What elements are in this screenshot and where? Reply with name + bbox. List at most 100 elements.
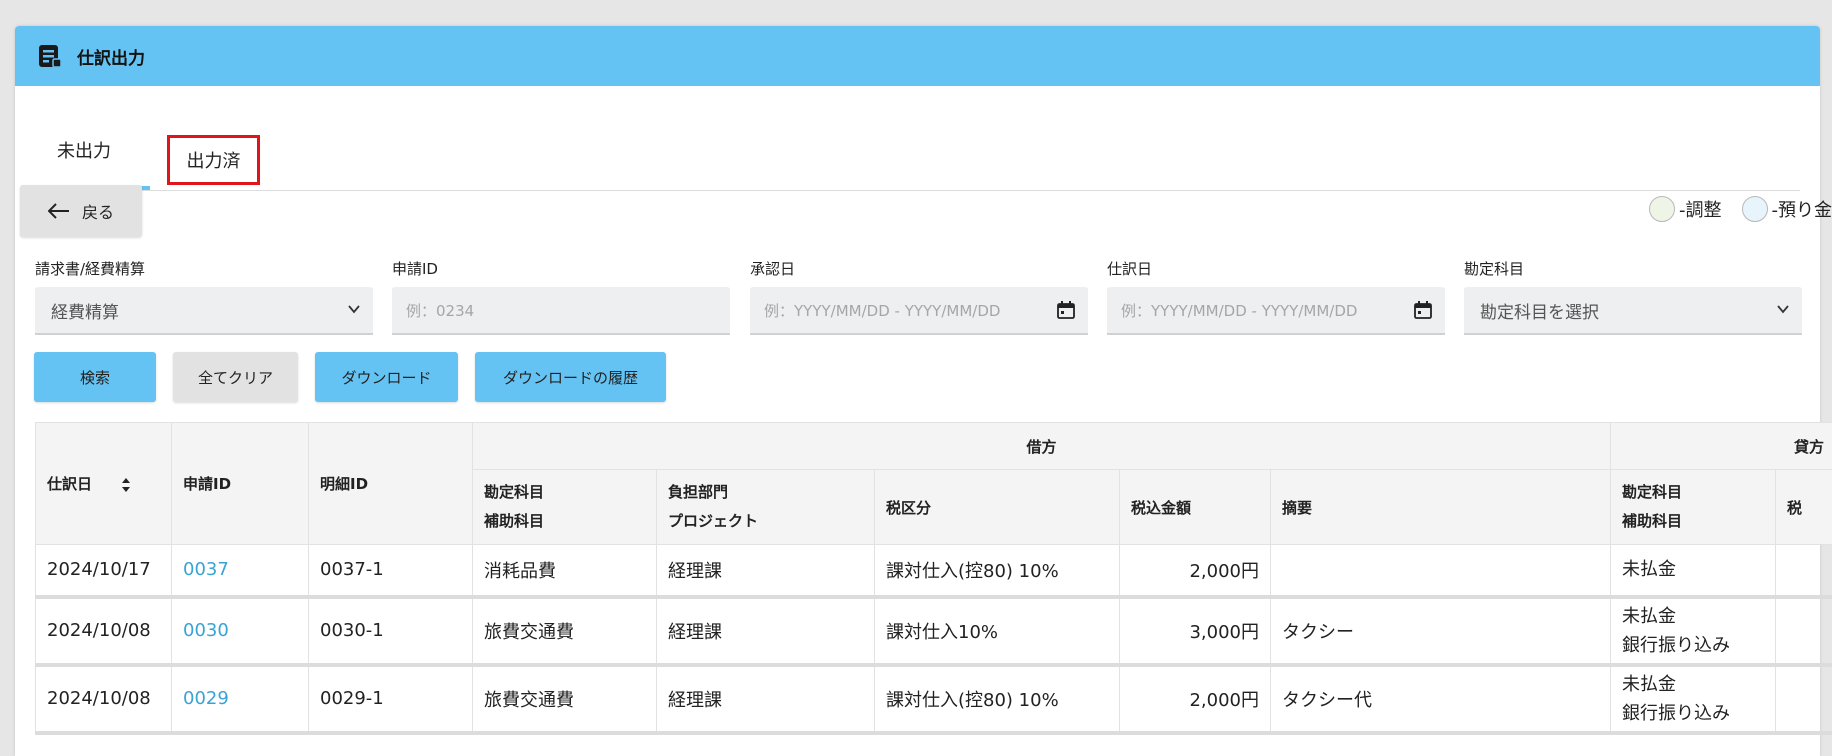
calendar-icon[interactable] — [1056, 300, 1076, 320]
journal-table: 仕訳日 申請ID 明細ID 借方 貸方 勘定科目 補助科目 負担部門 プロジェク… — [35, 422, 1832, 735]
legend-deposit-label: -預り金 — [1772, 196, 1832, 222]
cell-department: 経理課 — [657, 545, 875, 597]
col-debit-account: 勘定科目 補助科目 — [473, 470, 657, 545]
legend-adjustment-label: -調整 — [1679, 196, 1722, 222]
cell-department: 経理課 — [657, 597, 875, 665]
filter-type-label: 請求書/経費精算 — [35, 258, 373, 279]
cell-detail-id: 0029-1 — [309, 665, 473, 733]
approval-date-input[interactable]: 例：YYYY/MM/DD - YYYY/MM/DD — [750, 287, 1088, 335]
col-debit-account-label: 勘定科目 — [484, 478, 645, 507]
journal-date-input[interactable]: 例：YYYY/MM/DD - YYYY/MM/DD — [1107, 287, 1445, 335]
cell-credit-account: 未払金 銀行振り込み — [1611, 665, 1776, 733]
cell-department: 経理課 — [657, 665, 875, 733]
journal-date-placeholder: 例：YYYY/MM/DD - YYYY/MM/DD — [1121, 300, 1357, 321]
adjustment-color-dot — [1649, 196, 1675, 222]
search-button[interactable]: 検索 — [34, 352, 156, 402]
approval-date-placeholder: 例：YYYY/MM/DD - YYYY/MM/DD — [764, 300, 1000, 321]
request-id-link[interactable]: 0037 — [172, 545, 309, 597]
cell-tax: 課対仕入(控80) 10% — [875, 665, 1120, 733]
request-id-link[interactable]: 0030 — [172, 597, 309, 665]
tab-exported-label: 出力済 — [187, 147, 241, 173]
col-credit-tax: 税 — [1776, 470, 1832, 545]
col-amount: 税込金額 — [1120, 470, 1271, 545]
col-tax-category: 税区分 — [875, 470, 1120, 545]
cell-credit-sub-account: 銀行振り込み — [1622, 699, 1764, 728]
chevron-down-icon — [347, 302, 361, 316]
tab-exported[interactable]: 出力済 — [167, 135, 260, 185]
cell-amount: 2,000円 — [1120, 665, 1271, 733]
type-select[interactable]: 経費精算 — [35, 287, 373, 335]
col-journal-date-label: 仕訳日 — [47, 475, 92, 493]
deposit-color-dot — [1742, 196, 1768, 222]
legend: -調整 -預り金 — [1629, 196, 1832, 222]
filter-account-label: 勘定科目 — [1464, 258, 1802, 279]
cell-credit-tax — [1776, 597, 1832, 665]
page-title: 仕訳出力 — [77, 44, 145, 69]
tab-bar: 未出力 出力済 — [35, 109, 1800, 191]
filter-journal-date-label: 仕訳日 — [1107, 258, 1445, 279]
cell-tax: 課対仕入10% — [875, 597, 1120, 665]
filter-approval-date: 承認日 例：YYYY/MM/DD - YYYY/MM/DD — [750, 258, 1088, 335]
filter-type: 請求書/経費精算 経費精算 — [35, 258, 373, 335]
legend-item-deposit: -預り金 — [1742, 196, 1832, 222]
request-id-link[interactable]: 0029 — [172, 665, 309, 733]
cell-amount: 2,000円 — [1120, 545, 1271, 597]
account-select-value: 勘定科目を選択 — [1480, 298, 1599, 323]
type-select-value: 経費精算 — [51, 298, 119, 323]
col-credit-account-label: 勘定科目 — [1622, 478, 1764, 507]
cell-summary: タクシー — [1271, 597, 1611, 665]
col-summary: 摘要 — [1271, 470, 1611, 545]
back-button-label: 戻る — [82, 199, 114, 223]
clear-all-button[interactable]: 全てクリア — [173, 352, 298, 402]
col-credit-account: 勘定科目 補助科目 — [1611, 470, 1776, 545]
request-id-placeholder: 例：0234 — [406, 300, 474, 321]
filter-approval-date-label: 承認日 — [750, 258, 1088, 279]
account-select[interactable]: 勘定科目を選択 — [1464, 287, 1802, 335]
download-button[interactable]: ダウンロード — [315, 352, 458, 402]
col-debit-sub-account-label: 補助科目 — [484, 507, 645, 536]
tab-unexported[interactable]: 未出力 — [57, 137, 111, 163]
request-id-input[interactable]: 例：0234 — [392, 287, 730, 335]
page-header: 仕訳出力 — [15, 26, 1820, 86]
cell-detail-id: 0037-1 — [309, 545, 473, 597]
action-buttons: 検索 全てクリア ダウンロード ダウンロードの履歴 — [34, 352, 683, 402]
cell-detail-id: 0030-1 — [309, 597, 473, 665]
table-row: 2024/10/17 0037 0037-1 消耗品費 経理課 課対仕入(控80… — [36, 545, 1832, 597]
cell-credit-tax — [1776, 665, 1832, 733]
filter-request-id: 申請ID 例：0234 — [392, 258, 730, 335]
filter-journal-date: 仕訳日 例：YYYY/MM/DD - YYYY/MM/DD — [1107, 258, 1445, 335]
legend-item-adjustment: -調整 — [1649, 196, 1722, 222]
sort-icon[interactable] — [121, 477, 131, 493]
cell-credit-account-name: 未払金 — [1622, 555, 1764, 584]
table-row: 2024/10/08 0029 0029-1 旅費交通費 経理課 課対仕入(控8… — [36, 665, 1832, 733]
back-button[interactable]: 戻る — [20, 185, 142, 237]
arrow-left-icon — [48, 203, 70, 219]
col-journal-date[interactable]: 仕訳日 — [36, 423, 172, 545]
cell-credit-account: 未払金 銀行振り込み — [1611, 597, 1776, 665]
cell-credit-account-name: 未払金 — [1622, 602, 1764, 631]
cell-account: 旅費交通費 — [473, 597, 657, 665]
filter-request-id-label: 申請ID — [392, 258, 730, 279]
cell-date: 2024/10/08 — [36, 665, 172, 733]
cell-credit-account-name: 未払金 — [1622, 670, 1764, 699]
col-department-label: 負担部門 — [668, 478, 863, 507]
filter-account: 勘定科目 勘定科目を選択 — [1464, 258, 1802, 335]
col-detail-id: 明細ID — [309, 423, 473, 545]
col-credit-sub-account-label: 補助科目 — [1622, 507, 1764, 536]
document-icon — [37, 43, 63, 69]
chevron-down-icon — [1776, 302, 1790, 316]
download-history-button[interactable]: ダウンロードの履歴 — [475, 352, 666, 402]
cell-date: 2024/10/17 — [36, 545, 172, 597]
col-department: 負担部門 プロジェクト — [657, 470, 875, 545]
cell-account: 旅費交通費 — [473, 665, 657, 733]
cell-credit-tax — [1776, 545, 1832, 597]
cell-account: 消耗品費 — [473, 545, 657, 597]
cell-summary: タクシー代 — [1271, 665, 1611, 733]
table-row: 2024/10/08 0030 0030-1 旅費交通費 経理課 課対仕入10%… — [36, 597, 1832, 665]
cell-amount: 3,000円 — [1120, 597, 1271, 665]
cell-credit-account: 未払金 — [1611, 545, 1776, 597]
calendar-icon[interactable] — [1413, 300, 1433, 320]
col-project-label: プロジェクト — [668, 507, 863, 536]
cell-tax: 課対仕入(控80) 10% — [875, 545, 1120, 597]
cell-summary — [1271, 545, 1611, 597]
